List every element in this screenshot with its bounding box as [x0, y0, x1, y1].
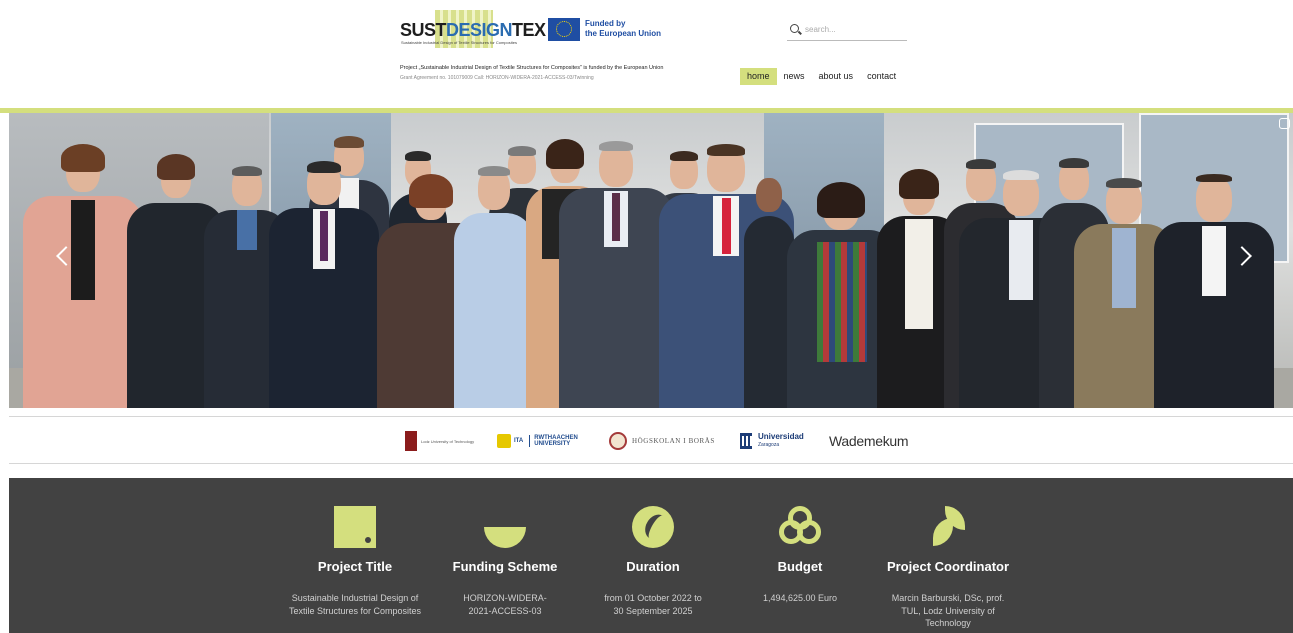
zaragoza-label: Universidad Zaragoza	[758, 433, 804, 449]
rwth-label: RWTHAACHEN UNIVERSITY	[529, 435, 578, 447]
project-info-band: Project Title Sustainable Industrial Des…	[9, 478, 1293, 633]
site-header: SUSTDESIGNTEX Sustainable Industrial Des…	[0, 0, 1293, 108]
swirl-icon	[632, 506, 674, 548]
pie-icon	[484, 506, 526, 548]
search-box	[787, 19, 907, 41]
partner-logo-wademekum[interactable]: Wademekum	[829, 430, 909, 452]
partner-logo-lodz[interactable]: Lodz University of Technology	[405, 430, 474, 452]
wademekum-label: Wademekum	[829, 433, 909, 449]
logo-tagline: Sustainable Industrial Design of Textile…	[401, 40, 517, 45]
info-card-desc: 1,494,625.00 Euro	[762, 593, 838, 603]
main-nav: home news about us contact	[740, 68, 903, 85]
info-card-desc: Sustainable Industrial Design of Textile…	[288, 593, 422, 616]
eu-flag-icon	[548, 18, 580, 41]
slider-prev-arrow-icon[interactable]	[55, 245, 69, 269]
zaragoza-line1: Universidad	[758, 432, 804, 441]
group-photo-person	[23, 144, 143, 408]
slider-next-arrow-icon[interactable]	[1237, 245, 1251, 269]
group-photo-person	[454, 166, 534, 408]
ita-label: ITA	[514, 438, 524, 444]
info-card-duration: Duration from 01 October 2022 to 30 Sept…	[578, 506, 728, 617]
lodz-label: Lodz University of Technology	[421, 438, 475, 444]
boras-label: HÖGSKOLAN I BORÅS	[632, 437, 715, 445]
partner-logo-zaragoza[interactable]: Universidad Zaragoza	[740, 430, 804, 452]
nav-about-us[interactable]: about us	[812, 68, 861, 85]
partners-divider-top	[9, 416, 1293, 417]
ita-mark-icon	[497, 434, 511, 448]
sustdesigntex-logo[interactable]: SUSTDESIGNTEX Sustainable Industrial Des…	[400, 10, 546, 48]
logo-part-sust: SUST	[400, 20, 447, 40]
info-card-desc: Marcin Barburski, DSc, prof. TUL, Lodz U…	[891, 593, 1005, 628]
rings-icon	[779, 506, 821, 548]
eu-text-line1: Funded by	[585, 19, 626, 28]
hero-slider[interactable]	[9, 113, 1293, 408]
zaragoza-line2: Zaragoza	[758, 442, 780, 448]
square-icon	[334, 506, 376, 548]
eu-stars-icon	[556, 21, 572, 37]
nav-home[interactable]: home	[740, 68, 777, 85]
info-card-project-title: Project Title Sustainable Industrial Des…	[280, 506, 430, 617]
logo-part-design: DESIGN	[446, 20, 513, 40]
fullscreen-expand-icon[interactable]	[1279, 118, 1290, 129]
eu-funding-text: Funded by the European Union	[585, 19, 685, 39]
info-card-title: Budget	[777, 559, 823, 574]
info-card-desc: from 01 October 2022 to 30 September 202…	[604, 593, 702, 616]
nav-news[interactable]: news	[777, 68, 812, 85]
rwth-line2: UNIVERSITY	[534, 441, 571, 447]
lodz-emblem-icon	[405, 431, 417, 451]
info-card-title: Project Coordinator	[886, 559, 1010, 574]
search-input[interactable]	[805, 21, 905, 37]
info-card-title: Project Title	[317, 559, 393, 574]
nav-contact[interactable]: contact	[860, 68, 903, 85]
info-card-project-coordinator: Project Coordinator Marcin Barburski, DS…	[873, 506, 1023, 630]
boras-seal-icon	[609, 432, 627, 450]
leaf-icon	[927, 506, 969, 548]
zaragoza-building-icon	[740, 433, 752, 449]
logo-wordmark: SUSTDESIGNTEX	[400, 20, 546, 41]
partner-logo-boras[interactable]: HÖGSKOLAN I BORÅS	[609, 430, 715, 452]
group-photo-person	[1154, 174, 1274, 408]
eu-text-line2: the European Union	[585, 29, 661, 38]
partners-divider-bottom	[9, 463, 1293, 464]
info-card-title: Funding Scheme	[452, 559, 558, 574]
partner-logo-ita-rwth[interactable]: ITA RWTHAACHEN UNIVERSITY	[497, 430, 578, 452]
logo-part-tex: TEX	[512, 20, 546, 40]
info-card-title: Duration	[626, 559, 680, 574]
grant-agreement-line: Grant Agreement no. 101079009 Call: HORI…	[400, 75, 594, 81]
info-card-funding-scheme: Funding Scheme HORIZON-WIDERA-2021-ACCES…	[430, 506, 580, 617]
search-icon[interactable]	[790, 24, 799, 33]
info-card-desc: HORIZON-WIDERA-2021-ACCESS-03	[463, 593, 547, 616]
group-photo-person	[559, 141, 674, 408]
project-funding-statement: Project „Sustainable Industrial Design o…	[400, 65, 664, 71]
info-card-budget: Budget 1,494,625.00 Euro	[725, 506, 875, 605]
group-photo-person	[269, 161, 379, 408]
